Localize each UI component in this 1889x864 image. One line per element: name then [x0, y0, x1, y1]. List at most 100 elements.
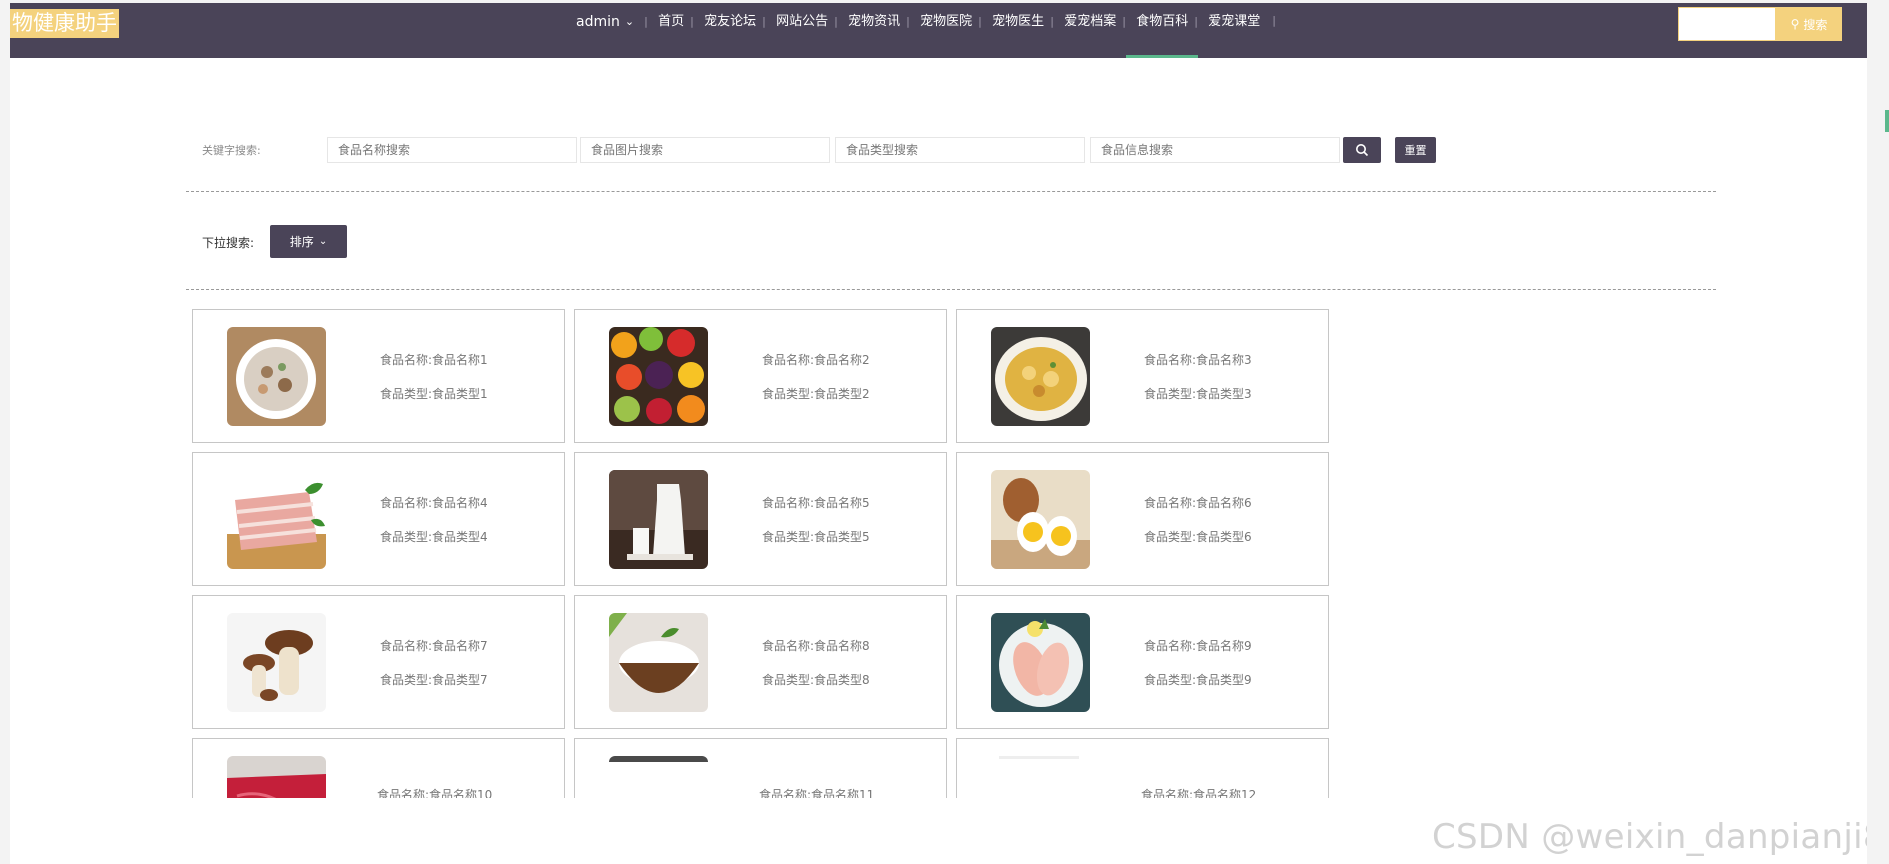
food-info: 食品名称:食品名称7 食品类型:食品类型7	[380, 638, 488, 688]
top-search-button[interactable]: ⚲ 搜索	[1776, 7, 1842, 41]
food-type: 食品类型:食品类型1	[380, 387, 488, 401]
food-info: 食品名称:食品名称10	[377, 787, 492, 798]
divider	[186, 289, 1716, 290]
food-info: 食品名称:食品名称2 食品类型:食品类型2	[762, 352, 870, 402]
nav-item[interactable]: 爱宠课堂	[1194, 13, 1270, 58]
nav-item[interactable]: 网站公告	[762, 13, 838, 58]
site-logo[interactable]: 物健康助手	[10, 9, 119, 38]
user-menu[interactable]: admin ⌄	[576, 13, 634, 31]
food-card[interactable]: 食品名称:食品名称12	[956, 738, 1329, 798]
food-name: 食品名称:食品名称7	[380, 639, 488, 653]
food-card[interactable]: 食品名称:食品名称5 食品类型:食品类型5	[574, 452, 947, 586]
food-image[interactable]	[609, 613, 708, 712]
food-card[interactable]: 食品名称:食品名称1 食品类型:食品类型1	[192, 309, 565, 443]
search-icon	[1356, 144, 1369, 157]
food-image[interactable]	[227, 470, 326, 569]
sort-label: 排序	[289, 235, 314, 249]
food-type: 食品类型:食品类型3	[1144, 387, 1252, 401]
food-type: 食品类型:食品类型2	[762, 387, 870, 401]
food-type: 食品类型:食品类型6	[1144, 530, 1252, 544]
nav-item-label: 网站公告	[776, 14, 829, 29]
food-info: 食品名称:食品名称5 食品类型:食品类型5	[762, 495, 870, 545]
food-info: 食品名称:食品名称12	[1141, 787, 1256, 798]
nav-item[interactable]: 宠物医生	[978, 13, 1054, 58]
food-name: 食品名称:食品名称3	[1144, 353, 1252, 367]
dropdown-search-label: 下拉搜索:	[202, 236, 255, 250]
food-card[interactable]: 食品名称:食品名称3 食品类型:食品类型3	[956, 309, 1329, 443]
food-card[interactable]: 食品名称:食品名称10	[192, 738, 565, 798]
food-card[interactable]: 食品名称:食品名称4 食品类型:食品类型4	[192, 452, 565, 586]
food-info: 食品名称:食品名称4 食品类型:食品类型4	[380, 495, 488, 545]
food-name: 食品名称:食品名称8	[762, 639, 870, 653]
nav-item[interactable]: 首页	[644, 13, 694, 58]
nav-item-label: 爱宠课堂	[1208, 14, 1261, 29]
nav-item-label: 宠物医院	[920, 14, 973, 29]
nav-item[interactable]: 宠友论坛	[690, 13, 766, 58]
food-info: 食品名称:食品名称8 食品类型:食品类型8	[762, 638, 870, 688]
chevron-down-icon: ⌄	[624, 15, 635, 28]
food-image[interactable]	[991, 327, 1090, 426]
keyword-search-label: 关键字搜索:	[202, 144, 261, 157]
food-name: 食品名称:食品名称2	[762, 353, 870, 367]
page: 物健康助手 admin ⌄ 首页 宠友论坛 网站公告 宠物资讯 宠物医院 宠物医生 爱宠档案…	[10, 3, 1867, 864]
food-image[interactable]	[609, 756, 708, 798]
food-card-grid: 食品名称:食品名称1 食品类型:食品类型1 食品名称:食品名称2 食品类型:食品类型2…	[192, 309, 1342, 798]
top-search-input[interactable]	[1678, 7, 1776, 41]
food-image[interactable]	[991, 613, 1090, 712]
top-search: ⚲ 搜索	[1678, 7, 1842, 41]
food-info: 食品名称:食品名称3 食品类型:食品类型3	[1144, 352, 1252, 402]
top-search-button-label: 搜索	[1803, 17, 1828, 32]
food-card[interactable]: 食品名称:食品名称8 食品类型:食品类型8	[574, 595, 947, 729]
chevron-down-icon: ⌄	[318, 236, 328, 247]
food-image[interactable]	[227, 756, 326, 798]
main-nav: admin ⌄ 首页 宠友论坛 网站公告 宠物资讯 宠物医院 宠物医生 爱宠档案 食物百科 爱宠…	[576, 3, 1276, 58]
food-card[interactable]: 食品名称:食品名称11	[574, 738, 947, 798]
food-type: 食品类型:食品类型5	[762, 530, 870, 544]
food-info: 食品名称:食品名称9 食品类型:食品类型9	[1144, 638, 1252, 688]
nav-item[interactable]: 宠物资讯	[834, 13, 910, 58]
food-info-search-input[interactable]: 食品信息搜索	[1090, 137, 1340, 163]
nav-item-label: 宠物资讯	[848, 14, 901, 29]
food-name: 食品名称:食品名称10	[377, 788, 493, 798]
food-name: 食品名称:食品名称9	[1144, 639, 1252, 653]
food-card[interactable]: 食品名称:食品名称7 食品类型:食品类型7	[192, 595, 565, 729]
nav-item[interactable]: 宠物医院	[906, 13, 982, 58]
food-info: 食品名称:食品名称1 食品类型:食品类型1	[380, 352, 488, 402]
food-image[interactable]	[609, 327, 708, 426]
food-image[interactable]	[609, 470, 708, 569]
nav-item-label: 首页	[658, 14, 685, 29]
food-name: 食品名称:食品名称11	[759, 788, 875, 798]
user-name: admin	[576, 14, 620, 30]
nav-item-label: 宠物医生	[992, 14, 1045, 29]
search-icon: ⚲	[1790, 17, 1800, 31]
food-info: 食品名称:食品名称11	[759, 787, 874, 798]
food-image[interactable]	[227, 327, 326, 426]
food-name: 食品名称:食品名称1	[380, 353, 488, 367]
food-name-search-input[interactable]: 食品名称搜索	[327, 137, 577, 163]
food-card[interactable]: 食品名称:食品名称9 食品类型:食品类型9	[956, 595, 1329, 729]
watermark: CSDN @weixin_danpianji889	[1432, 817, 1867, 857]
reset-button[interactable]: 重置	[1395, 137, 1436, 163]
food-name: 食品名称:食品名称12	[1141, 788, 1257, 798]
top-navbar: 物健康助手 admin ⌄ 首页 宠友论坛 网站公告 宠物资讯 宠物医院 宠物医生 爱宠档案…	[10, 3, 1867, 58]
food-card[interactable]: 食品名称:食品名称2 食品类型:食品类型2	[574, 309, 947, 443]
food-image[interactable]	[991, 756, 1090, 798]
food-type: 食品类型:食品类型9	[1144, 673, 1252, 687]
nav-item-label: 食物百科	[1136, 14, 1189, 29]
food-name: 食品名称:食品名称4	[380, 496, 488, 510]
food-image[interactable]	[991, 470, 1090, 569]
food-type: 食品类型:食品类型8	[762, 673, 870, 687]
food-image-search-input[interactable]: 食品图片搜索	[580, 137, 830, 163]
food-card[interactable]: 食品名称:食品名称6 食品类型:食品类型6	[956, 452, 1329, 586]
food-type: 食品类型:食品类型4	[380, 530, 488, 544]
scroll-indicator	[1885, 110, 1889, 132]
food-image[interactable]	[227, 613, 326, 712]
nav-item[interactable]: 食物百科	[1122, 13, 1199, 58]
food-type-search-input[interactable]: 食品类型搜索	[835, 137, 1085, 163]
divider	[186, 191, 1716, 192]
nav-item[interactable]: 爱宠档案	[1050, 13, 1126, 58]
dropdown-search-row: 下拉搜索: 排序 ⌄	[10, 225, 1867, 258]
food-type: 食品类型:食品类型7	[380, 673, 488, 687]
keyword-search-button[interactable]	[1343, 137, 1381, 163]
sort-dropdown-button[interactable]: 排序 ⌄	[270, 225, 347, 258]
